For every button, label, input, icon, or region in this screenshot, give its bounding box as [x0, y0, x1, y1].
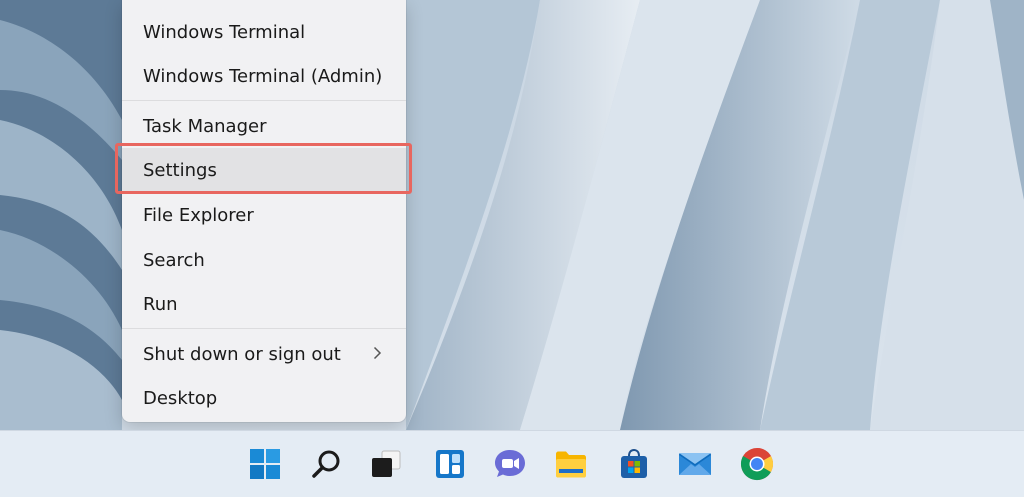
widgets-icon[interactable]	[431, 445, 469, 483]
menu-item-task-manager[interactable]: Task Manager	[122, 104, 406, 148]
menu-item-desktop[interactable]: Desktop	[122, 376, 406, 420]
menu-item-windows-terminal-admin[interactable]: Windows Terminal (Admin)	[122, 54, 406, 98]
menu-separator	[122, 328, 406, 329]
menu-separator	[122, 100, 406, 101]
menu-item-label: Windows Terminal (Admin)	[143, 65, 383, 87]
menu-item-search[interactable]: Search	[122, 238, 406, 282]
menu-item-label: File Explorer	[143, 204, 254, 226]
chevron-right-icon	[370, 344, 384, 362]
menu-item-windows-terminal[interactable]: Windows Terminal	[122, 10, 406, 54]
microsoft-store-icon[interactable]	[615, 445, 653, 483]
menu-item-file-explorer[interactable]: File Explorer	[122, 193, 406, 237]
task-view-icon[interactable]	[367, 445, 405, 483]
menu-item-label: Task Manager	[143, 115, 267, 137]
menu-item-label: Search	[143, 249, 205, 271]
menu-item-label: Shut down or sign out	[143, 343, 341, 365]
winx-context-menu: Windows Terminal Windows Terminal (Admin…	[122, 0, 406, 422]
taskbar	[0, 430, 1024, 497]
chat-icon[interactable]	[491, 445, 529, 483]
menu-item-run[interactable]: Run	[122, 282, 406, 326]
file-explorer-icon[interactable]	[552, 445, 590, 483]
windows-start-icon[interactable]	[246, 445, 284, 483]
chrome-icon[interactable]	[738, 445, 776, 483]
menu-item-label: Run	[143, 293, 178, 315]
search-icon[interactable]	[308, 445, 346, 483]
menu-item-shut-down-or-sign-out[interactable]: Shut down or sign out	[122, 332, 406, 376]
settings-highlight-annotation	[115, 143, 412, 194]
mail-icon[interactable]	[676, 445, 714, 483]
menu-item-label: Desktop	[143, 387, 218, 409]
menu-item-label: Windows Terminal	[143, 21, 306, 43]
